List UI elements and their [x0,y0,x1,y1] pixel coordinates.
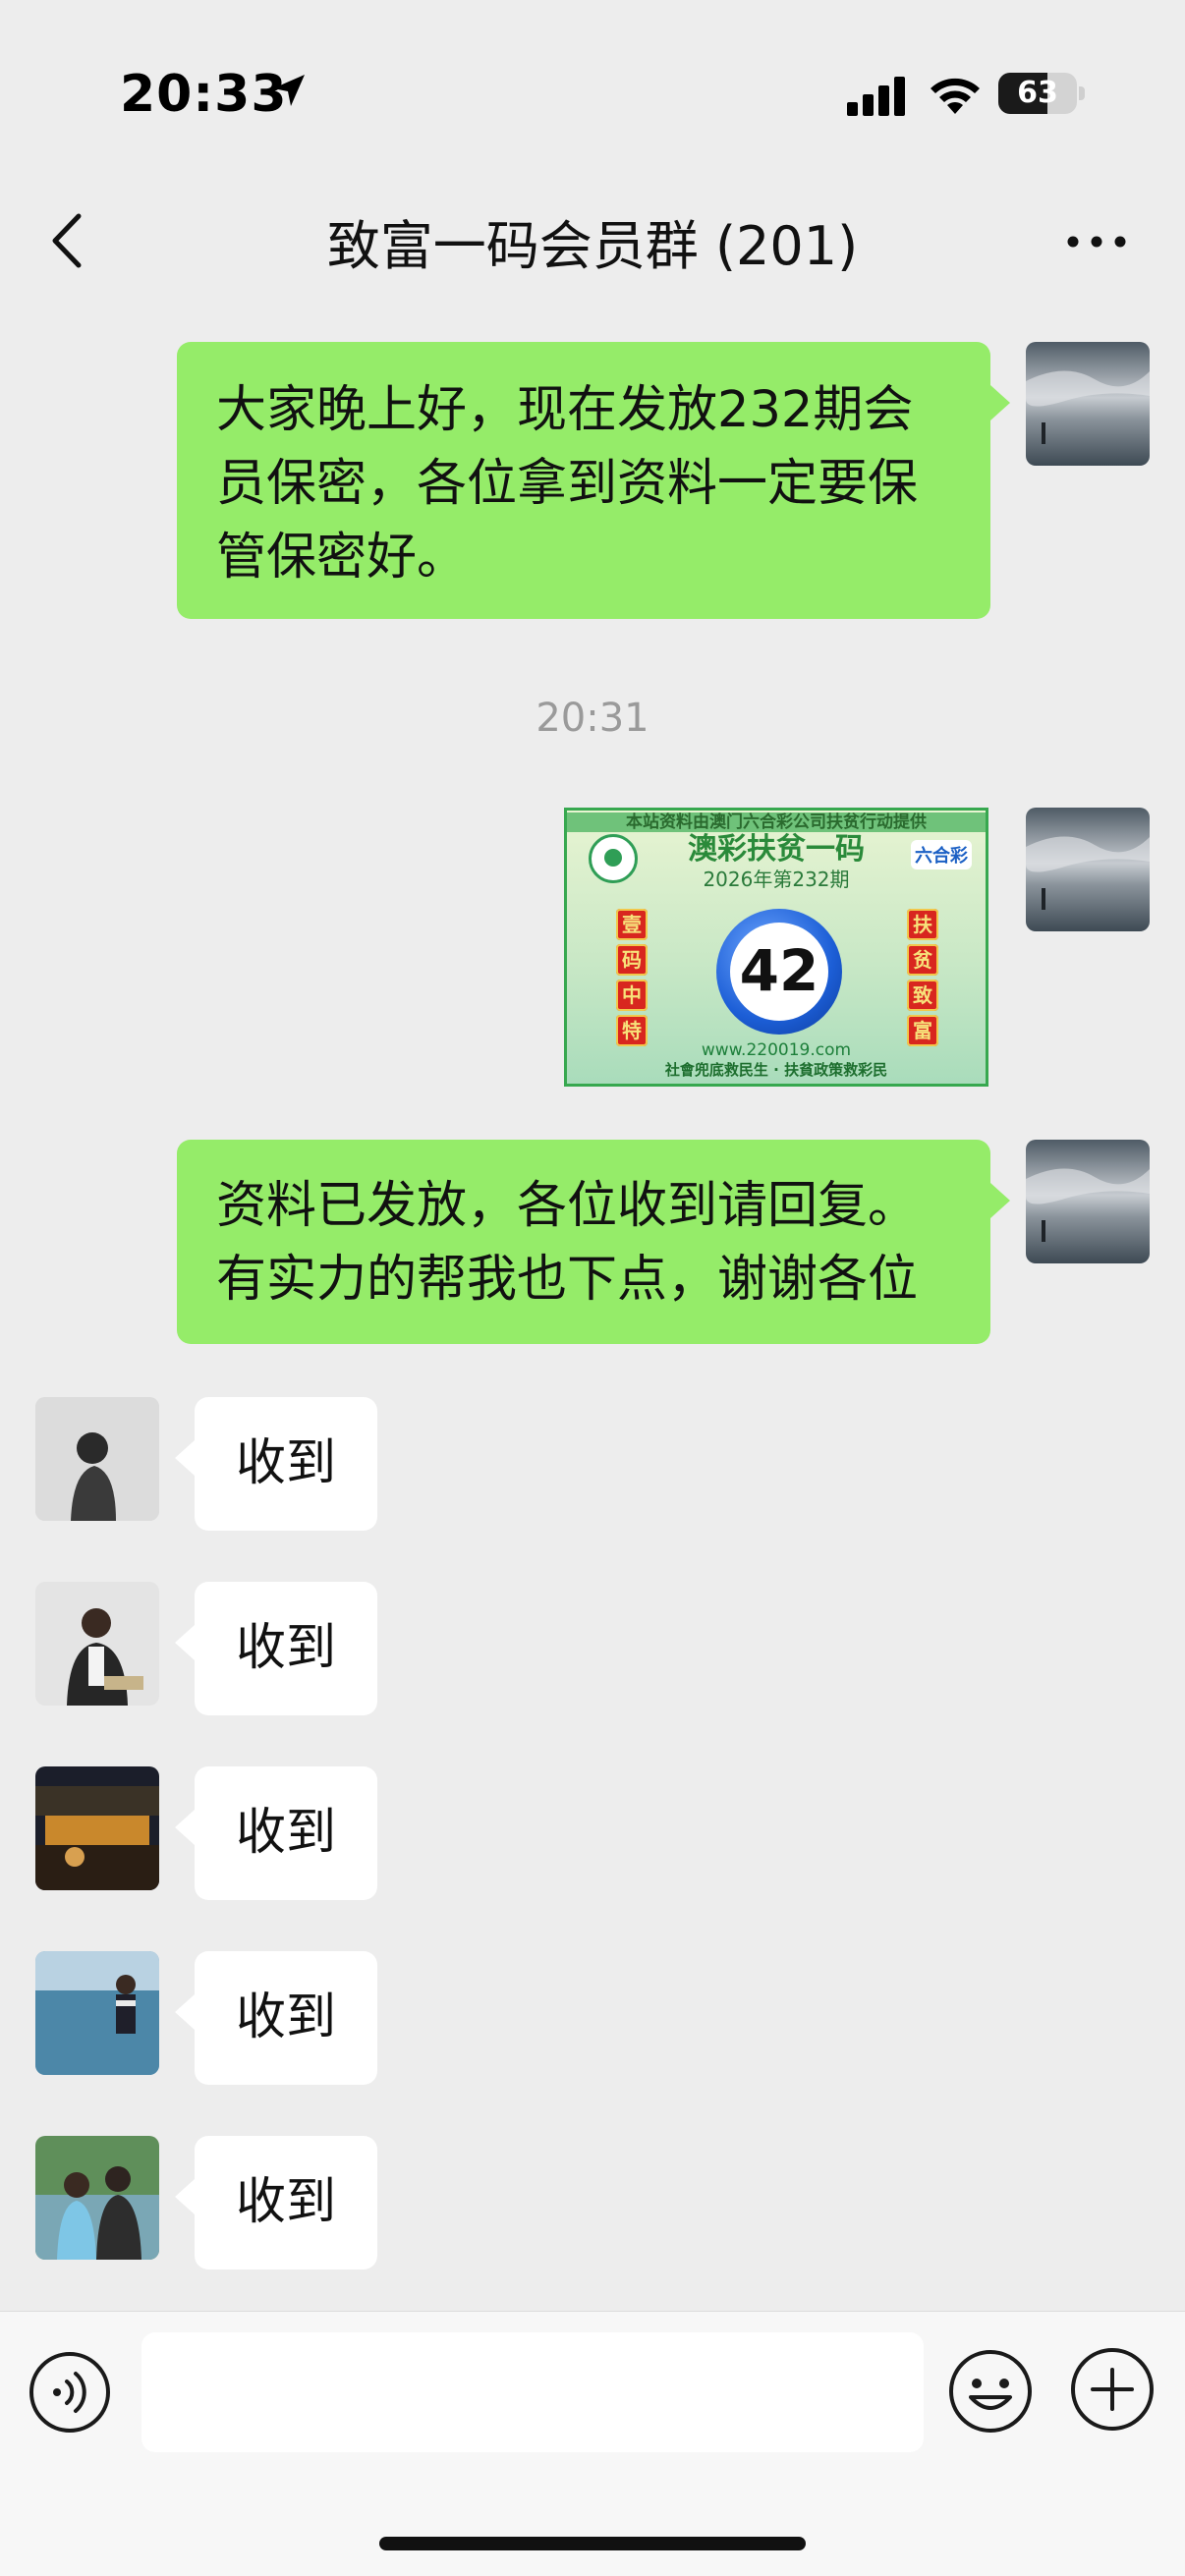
status-bar: 20:33 63 [0,0,1185,187]
chat-title: 致富一码会员群 (201) [326,215,859,277]
more-dots-icon[interactable] [1065,222,1128,261]
voice-icon[interactable] [28,2350,112,2435]
bubble-tail [175,1810,195,1845]
my-avatar[interactable] [1026,808,1150,931]
diamond-char: 壹 [616,909,648,940]
message-line: 资料已发放，各位收到请回复。 [216,1177,919,1235]
lottery-logo: 六合彩 [911,840,972,869]
diamond-char: 中 [616,980,648,1011]
battery-level: 63 [1017,76,1058,110]
message-line: 大家晚上好，现在发放232期会 [216,381,914,439]
wifi-icon [931,78,980,114]
diamond-char: 致 [907,980,938,1011]
image-url: www.220019.com [701,1040,852,1060]
message-text: 收到 [235,1619,336,1677]
member-avatar[interactable] [35,1397,159,1521]
image-top-text: 本站资料由澳门六合彩公司扶贫行动提供 [567,812,986,832]
message-line: 员保密，各位拿到资料一定要保 [216,455,919,513]
message-timestamp: 20:31 [536,696,649,741]
message-text: 收到 [235,2173,336,2231]
member-message-bubble[interactable]: 收到 [195,2136,377,2269]
bubble-tail [175,1440,195,1476]
plus-icon[interactable] [1069,2346,1156,2433]
bubble-tail [990,385,1010,420]
member-avatar[interactable] [35,1951,159,2075]
message-input[interactable] [141,2332,924,2452]
diamond-char: 码 [616,944,648,976]
diamond-char: 扶 [907,909,938,940]
right-chars: 扶 贫 致 富 [907,909,940,1050]
lottery-ball: 42 [716,909,842,1035]
battery-icon: 63 [998,73,1077,114]
my-avatar[interactable] [1026,1140,1150,1263]
member-message-bubble[interactable]: 收到 [195,1397,377,1531]
message-line: 有实力的帮我也下点，谢谢各位 [216,1251,919,1309]
image-slogan: 社會兜底救民生 · 扶貧政策救彩民 [664,1061,888,1079]
bubble-tail [175,2179,195,2214]
bubble-tail [175,1625,195,1660]
my-avatar[interactable] [1026,342,1150,466]
member-message-bubble[interactable]: 收到 [195,1582,377,1715]
image-message[interactable]: 本站资料由澳门六合彩公司扶贫行动提供 澳彩扶贫一码 六合彩 2026年第232期… [564,808,988,1087]
bubble-tail [175,1994,195,2030]
emoji-icon[interactable] [947,2348,1034,2435]
lottery-number: 42 [739,937,819,1004]
cellular-signal-icon [847,77,905,116]
status-time: 20:33 [120,65,288,124]
member-avatar[interactable] [35,1766,159,1890]
bubble-tail [990,1183,1010,1218]
left-chars: 壹 码 中 特 [616,909,649,1050]
member-avatar[interactable] [35,2136,159,2260]
battery-tip [1079,86,1085,100]
message-text: 收到 [235,1434,336,1492]
member-message-bubble[interactable]: 收到 [195,1766,377,1900]
message-text: 收到 [235,1988,336,2046]
member-message-bubble[interactable]: 收到 [195,1951,377,2085]
location-arrow-icon [273,75,305,106]
my-message-bubble[interactable]: 大家晚上好，现在发放232期会 员保密，各位拿到资料一定要保 管保密好。 [177,342,990,619]
my-message-bubble[interactable]: 资料已发放，各位收到请回复。 有实力的帮我也下点，谢谢各位 [177,1140,990,1344]
diamond-char: 贫 [907,944,938,976]
home-indicator [379,2537,806,2550]
image-issue: 2026年第232期 [703,868,850,891]
message-line: 管保密好。 [216,529,468,587]
message-text: 收到 [235,1804,336,1862]
member-avatar[interactable] [35,1582,159,1706]
